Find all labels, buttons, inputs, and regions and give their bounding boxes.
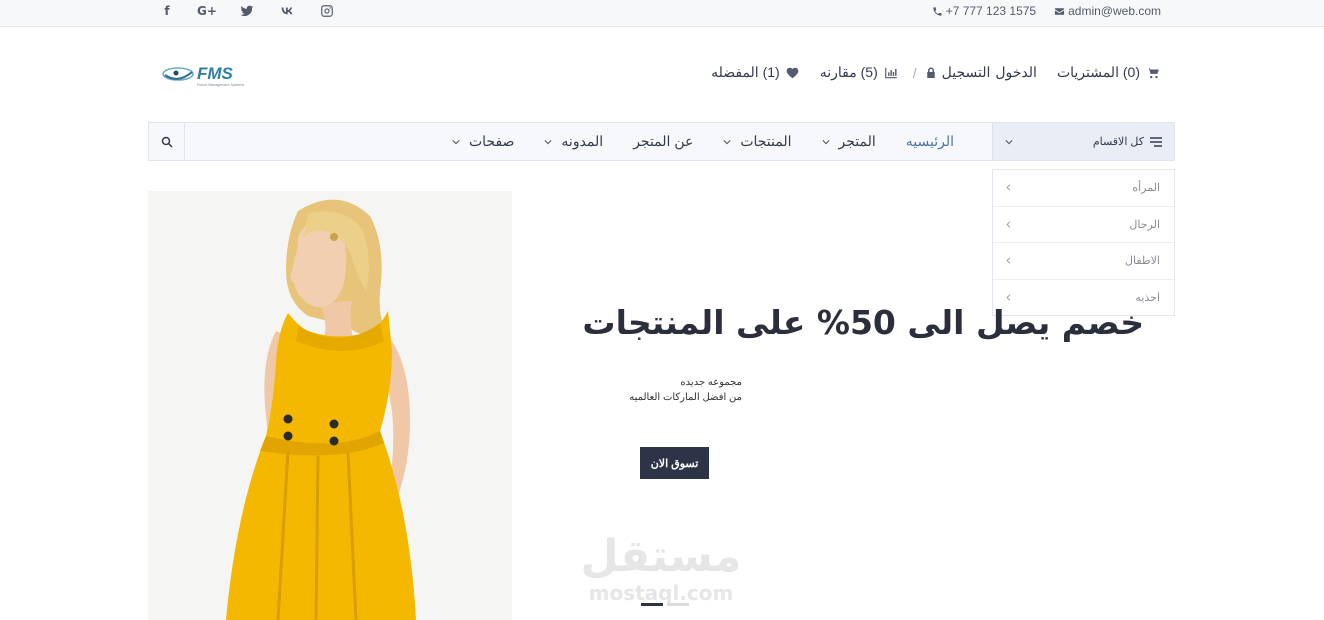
login-link[interactable]: الدخول [995, 64, 1037, 81]
social-links: f G+ [160, 3, 360, 19]
nav-item-blog[interactable]: المدونه [544, 133, 603, 150]
bar-chart-icon [884, 67, 897, 78]
chevron-left-icon [1006, 184, 1011, 191]
hero-model-image [148, 191, 512, 620]
hero-title: خصم يصل الى 50% على المنتجات [582, 303, 1144, 342]
svg-text:FMS: FMS [197, 64, 234, 83]
chevron-left-icon [1006, 294, 1011, 301]
search-button[interactable] [149, 123, 185, 160]
header-separator: / [912, 64, 917, 81]
phone-contact[interactable]: +7 777 123 1575 [932, 4, 1036, 18]
facebook-icon[interactable]: f [160, 3, 174, 19]
site-logo[interactable]: FMS Future Management Systems [160, 62, 260, 88]
cart-icon [1146, 67, 1159, 78]
vk-icon[interactable] [280, 3, 294, 19]
email-contact[interactable]: admin@web.com [1054, 4, 1161, 18]
category-item-men[interactable]: الرجال [993, 207, 1174, 243]
nav-item-products[interactable]: المنتجات [723, 133, 792, 150]
hero-subtitle-line-2: من افضل الماركات العالميه [629, 392, 742, 403]
main-navbar: الرئيسيه المتجر المنتجات عن المتجر المدو… [148, 122, 1175, 161]
categories-dropdown: المرأه الرجال الاطفال احذيه [992, 169, 1175, 316]
lock-icon [926, 67, 935, 78]
chevron-down-icon [723, 139, 731, 144]
chevron-left-icon [1006, 221, 1011, 228]
slider-dot-1[interactable] [641, 603, 663, 606]
register-link[interactable]: التسجيل [925, 64, 990, 81]
nav-item-about[interactable]: عن المتجر [633, 133, 693, 150]
category-item-women[interactable]: المرأه [993, 170, 1174, 207]
chevron-left-icon [1006, 257, 1011, 264]
cart-link[interactable]: (0) المشتريات [1057, 64, 1161, 81]
main-menu: الرئيسيه المتجر المنتجات عن المتجر المدو… [422, 123, 954, 160]
nav-item-shop[interactable]: المتجر [821, 133, 876, 150]
shop-now-button[interactable]: تسوق الان [640, 447, 709, 479]
wishlist-link[interactable]: (1) المفضله [711, 64, 800, 81]
instagram-icon[interactable] [320, 3, 334, 19]
all-categories-label: كل الاقسام [1092, 136, 1144, 148]
contact-info: +7 777 123 1575 admin@web.com [914, 4, 1161, 18]
phone-number: +7 777 123 1575 [945, 4, 1037, 18]
menu-lines-icon [1150, 136, 1162, 147]
slider-dots [641, 603, 693, 606]
heart-icon [786, 67, 799, 78]
chevron-down-icon [1005, 139, 1013, 144]
category-item-kids[interactable]: الاطفال [993, 243, 1174, 280]
twitter-icon[interactable] [240, 3, 254, 19]
chevron-down-icon [452, 139, 460, 144]
all-categories-button[interactable]: كل الاقسام [992, 123, 1174, 160]
compare-link[interactable]: (5) مقارنه [820, 64, 899, 81]
nav-item-pages[interactable]: صفحات [452, 133, 514, 150]
envelope-icon [1055, 7, 1065, 15]
search-icon [161, 136, 173, 148]
chevron-down-icon [544, 139, 552, 144]
hero-subtitle: مجموعه جديده من افضل الماركات العالميه [629, 375, 742, 405]
chevron-down-icon [821, 139, 830, 144]
slider-dot-2[interactable] [667, 603, 689, 606]
svg-text:Future Management Systems: Future Management Systems [197, 83, 244, 87]
google-plus-icon[interactable]: G+ [197, 3, 217, 19]
email-address: admin@web.com [1068, 4, 1161, 18]
header-links: (0) المشتريات الدخول التسجيل / (5) مقارن… [711, 64, 1161, 81]
phone-icon [933, 6, 942, 16]
mostaql-watermark: مستقل mostaql.com [580, 531, 742, 605]
nav-item-home[interactable]: الرئيسيه [906, 133, 954, 150]
top-bar: f G+ +7 777 123 1575 admin@web.com [0, 0, 1324, 27]
hero-subtitle-line-1: مجموعه جديده [680, 377, 742, 388]
